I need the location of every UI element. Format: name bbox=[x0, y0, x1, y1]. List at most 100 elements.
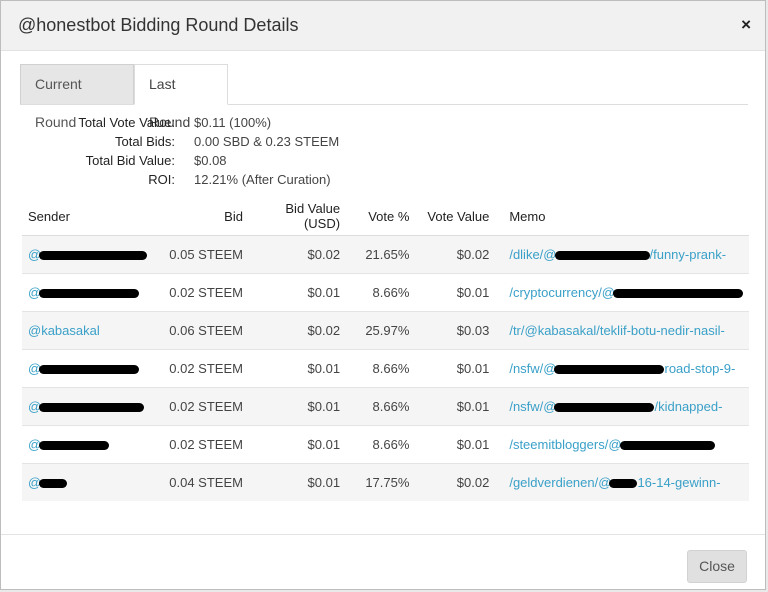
vote-value-cell: $0.02 bbox=[415, 463, 496, 501]
bid-value-cell: $0.01 bbox=[248, 273, 347, 312]
bid-value-cell: $0.01 bbox=[248, 387, 347, 426]
close-button[interactable]: Close bbox=[687, 550, 747, 583]
summary-row: ROI: 12.21% (After Curation) bbox=[29, 170, 330, 189]
table-header-row: Sender Bid Bid Value (USD) Vote % Vote V… bbox=[22, 197, 749, 236]
memo-link[interactable]: /dlike/@ bbox=[509, 247, 556, 262]
memo-link-tail[interactable]: road-stop-9- bbox=[664, 361, 735, 376]
vote-pct-cell: 8.66% bbox=[346, 425, 416, 464]
col-memo: Memo bbox=[495, 197, 749, 236]
col-vote-pct: Vote % bbox=[346, 197, 416, 236]
tab-last-round[interactable]: Last Round bbox=[134, 64, 228, 130]
modal-title: @honestbot Bidding Round Details bbox=[18, 15, 299, 35]
bid-cell: 0.02 STEEM bbox=[153, 425, 249, 464]
sender-cell: @ bbox=[22, 463, 154, 501]
summary-value: 12.21% (After Curation) bbox=[194, 172, 331, 187]
table-row: @ 0.02 STEEM $0.01 8.66% $0.01 /nsfw/@ ro… bbox=[22, 349, 749, 388]
table-row: @ 0.04 STEEM $0.01 17.75% $0.02 /geldver… bbox=[22, 463, 749, 501]
vote-pct-cell: 8.66% bbox=[346, 273, 416, 312]
bidding-round-modal: @honestbot Bidding Round Details × Curre… bbox=[0, 0, 766, 590]
round-summary: Total Vote Value: $0.11 (100%) Total Bid… bbox=[29, 113, 339, 189]
bid-value-cell: $0.02 bbox=[248, 311, 347, 350]
summary-row: Total Bids: 0.00 SBD & 0.23 STEEM bbox=[29, 132, 339, 151]
bid-value-cell: $0.02 bbox=[248, 235, 347, 274]
table-row: @ 0.02 STEEM $0.01 8.66% $0.01 /cryptocu… bbox=[22, 273, 749, 312]
memo-cell: /steemitbloggers/@ bbox=[495, 425, 749, 464]
col-sender: Sender bbox=[22, 197, 154, 236]
summary-label: Total Bids: bbox=[115, 134, 175, 149]
bid-value-cell: $0.01 bbox=[248, 463, 347, 501]
vote-value-cell: $0.01 bbox=[415, 349, 496, 388]
memo-cell: /nsfw/@ /kidnapped- bbox=[495, 387, 749, 426]
sender-cell: @ bbox=[22, 349, 154, 388]
redaction-mark bbox=[39, 251, 148, 261]
summary-row: Total Bid Value: $0.08 bbox=[29, 151, 227, 170]
summary-value: 0.00 SBD & 0.23 STEEM bbox=[194, 134, 340, 149]
table-row: @ 0.02 STEEM $0.01 8.66% $0.01 /nsfw/@ /k… bbox=[22, 387, 749, 426]
vote-pct-cell: 21.65% bbox=[346, 235, 416, 274]
memo-cell: /nsfw/@ road-stop-9- bbox=[495, 349, 749, 388]
redaction-mark bbox=[554, 251, 650, 261]
table-row: @ 0.05 STEEM $0.02 21.65% $0.02 /dlike/@… bbox=[22, 235, 749, 274]
bids-table: Sender Bid Bid Value (USD) Vote % Vote V… bbox=[22, 197, 749, 501]
redaction-mark bbox=[39, 441, 110, 451]
bid-cell: 0.04 STEEM bbox=[153, 463, 249, 501]
redaction-mark bbox=[554, 403, 655, 413]
summary-label: ROI: bbox=[148, 172, 175, 187]
sender-cell: @ bbox=[22, 273, 154, 312]
bid-cell: 0.02 STEEM bbox=[153, 273, 249, 312]
summary-label: Total Bid Value: bbox=[85, 153, 175, 168]
sender-cell: @ bbox=[22, 387, 154, 426]
vote-pct-cell: 8.66% bbox=[346, 349, 416, 388]
vote-value-cell: $0.01 bbox=[415, 425, 496, 464]
vote-value-cell: $0.01 bbox=[415, 387, 496, 426]
close-icon[interactable]: × bbox=[741, 15, 751, 35]
bid-cell: 0.05 STEEM bbox=[153, 235, 249, 274]
vote-value-cell: $0.03 bbox=[415, 311, 496, 350]
summary-value: $0.08 bbox=[194, 153, 227, 168]
col-bid: Bid bbox=[153, 197, 249, 236]
summary-label: Total Vote Value: bbox=[78, 115, 175, 130]
bid-cell: 0.02 STEEM bbox=[153, 387, 249, 426]
sender-cell: @ bbox=[22, 425, 154, 464]
modal-header: @honestbot Bidding Round Details × bbox=[1, 1, 765, 51]
memo-cell: /dlike/@ /funny-prank- bbox=[495, 235, 749, 274]
bid-value-cell: $0.01 bbox=[248, 349, 347, 388]
sender-cell: @ bbox=[22, 235, 154, 274]
memo-link-tail[interactable]: /kidnapped- bbox=[654, 399, 722, 414]
redaction-mark bbox=[39, 403, 145, 413]
memo-link[interactable]: /tr/@kabasakal/teklif-botu-nedir-nasil- bbox=[509, 323, 725, 338]
memo-link-tail[interactable]: /funny-prank- bbox=[650, 247, 727, 262]
vote-value-cell: $0.02 bbox=[415, 235, 496, 274]
memo-link[interactable]: /geldverdienen/@ bbox=[509, 475, 611, 490]
memo-link[interactable]: /steemitbloggers/@ bbox=[509, 437, 621, 452]
vote-pct-cell: 17.75% bbox=[346, 463, 416, 501]
redaction-mark bbox=[39, 289, 140, 299]
table-row: @ 0.02 STEEM $0.01 8.66% $0.01 /steemitb… bbox=[22, 425, 749, 464]
bid-cell: 0.02 STEEM bbox=[153, 349, 249, 388]
tab-current-round[interactable]: Current Round bbox=[20, 64, 134, 130]
memo-link[interactable]: /nsfw/@ bbox=[509, 399, 556, 414]
bid-value-cell: $0.01 bbox=[248, 425, 347, 464]
bid-cell: 0.06 STEEM bbox=[153, 311, 249, 350]
sender-cell: @kabasakal bbox=[22, 311, 154, 350]
vote-pct-cell: 25.97% bbox=[346, 311, 416, 350]
col-vote-value: Vote Value bbox=[415, 197, 496, 236]
memo-cell: /cryptocurrency/@ bbox=[495, 273, 749, 312]
redaction-mark bbox=[39, 365, 140, 375]
memo-link[interactable]: /cryptocurrency/@ bbox=[509, 285, 615, 300]
vote-pct-cell: 8.66% bbox=[346, 387, 416, 426]
memo-link-tail[interactable]: 16-14-gewinn- bbox=[637, 475, 720, 490]
redaction-mark bbox=[39, 479, 68, 489]
modal-footer: Close bbox=[1, 534, 765, 592]
vote-value-cell: $0.01 bbox=[415, 273, 496, 312]
redaction-mark bbox=[613, 289, 743, 299]
col-bid-value: Bid Value (USD) bbox=[248, 197, 347, 236]
memo-cell: /tr/@kabasakal/teklif-botu-nedir-nasil- bbox=[495, 311, 749, 350]
redaction-mark bbox=[554, 365, 665, 375]
memo-link[interactable]: /nsfw/@ bbox=[509, 361, 556, 376]
summary-value: $0.11 (100%) bbox=[194, 115, 272, 130]
redaction-mark bbox=[619, 441, 715, 451]
summary-row: Total Vote Value: $0.11 (100%) bbox=[29, 113, 271, 132]
sender-link[interactable]: @kabasakal bbox=[28, 323, 100, 338]
redaction-mark bbox=[609, 479, 638, 489]
